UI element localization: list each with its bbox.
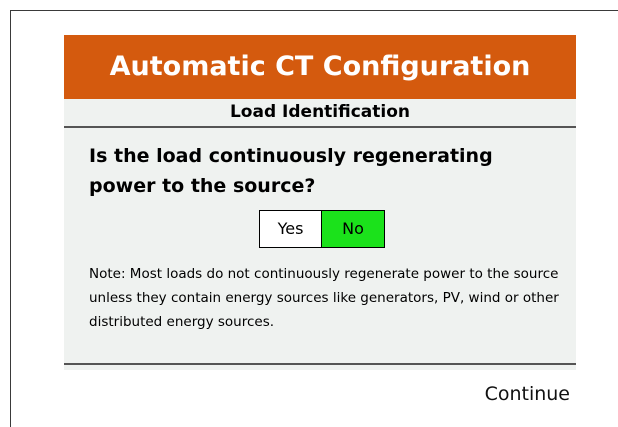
yes-button[interactable]: Yes — [260, 211, 322, 247]
yes-no-toggle: Yes No — [259, 210, 385, 248]
ct-configuration-dialog: Automatic CT Configuration Load Identifi… — [64, 35, 576, 370]
no-button[interactable]: No — [322, 211, 384, 247]
screen-frame-top-border — [10, 10, 618, 11]
subtitle-divider — [64, 126, 576, 128]
info-note: Note: Most loads do not continuously reg… — [89, 266, 559, 330]
dialog-title: Automatic CT Configuration — [64, 35, 576, 99]
screen-frame-left-border — [10, 10, 11, 427]
load-regeneration-question: Is the load continuously regenerating po… — [89, 145, 493, 197]
dialog-subtitle: Load Identification — [229, 102, 411, 122]
footer-divider — [64, 363, 576, 365]
continue-button[interactable]: Continue — [440, 380, 570, 408]
